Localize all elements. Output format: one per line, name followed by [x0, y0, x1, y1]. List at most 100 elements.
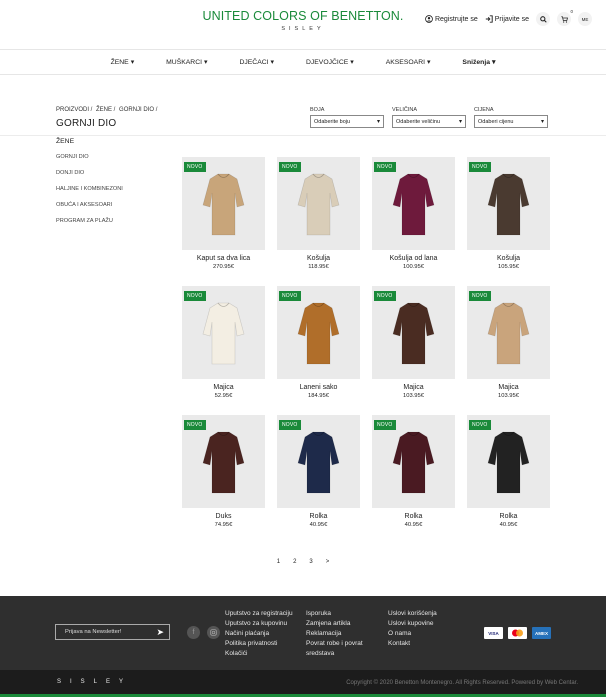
color-filter: BOJA Odaberite boju — [310, 107, 384, 128]
sidebar-item[interactable]: DONJI DIO — [56, 170, 123, 176]
page-link[interactable]: 3 — [309, 559, 312, 565]
sidebar-item[interactable]: PROGRAM ZA PLAŽU — [56, 218, 123, 224]
product-card[interactable]: NOVO Kaput sa dva lica 270.95€ — [182, 157, 265, 270]
product-card[interactable]: NOVO Majica 52.95€ — [182, 286, 265, 399]
cart-button[interactable]: 0 — [557, 9, 573, 26]
product-image[interactable]: NOVO — [372, 415, 455, 508]
sidebar-item[interactable]: OBUĆA I AKSESOARI — [56, 202, 123, 208]
nav-item-muskarci[interactable]: MUŠKARCI ▾ — [150, 58, 223, 67]
footer-link[interactable]: Kolačići — [225, 649, 293, 659]
product-image[interactable]: NOVO — [467, 157, 550, 250]
nav-item-djevojcice[interactable]: DJEVOJČICE ▾ — [290, 58, 370, 67]
send-icon[interactable]: ➤ — [156, 627, 164, 638]
footer-link[interactable]: Reklamacija — [306, 629, 381, 639]
breadcrumb-item[interactable]: PROIZVODI / — [56, 107, 92, 113]
product-card[interactable]: NOVO Rolka 40.95€ — [467, 415, 550, 528]
sidebar-heading[interactable]: ŽENE — [56, 138, 123, 145]
footer-links-col3: Uslovi korišćenja Uslovi kupovine O nama… — [388, 609, 437, 649]
product-card[interactable]: NOVO Duks 74.95€ — [182, 415, 265, 528]
footer-link[interactable]: Uputstvo za kupovinu — [225, 619, 293, 629]
footer-link[interactable]: Isporuka — [306, 609, 381, 619]
search-button[interactable] — [536, 12, 550, 26]
product-price: 40.95€ — [404, 522, 423, 528]
product-image[interactable]: NOVO — [467, 286, 550, 379]
product-card[interactable]: NOVO Rolka 40.95€ — [372, 415, 455, 528]
product-price: 74.95€ — [214, 522, 233, 528]
product-name[interactable]: Košulja — [277, 255, 360, 262]
header-actions: Registrujte se Prijavite se 0 ME — [425, 9, 592, 26]
register-link[interactable]: Registrujte se — [425, 15, 478, 23]
product-price: 118.95€ — [308, 264, 329, 270]
product-name[interactable]: Majica — [182, 384, 265, 391]
next-page-link[interactable]: > — [326, 559, 330, 565]
product-image[interactable]: NOVO — [277, 157, 360, 250]
sidebar-item[interactable]: HALJINE I KOMBINEZONI — [56, 186, 123, 192]
product-name[interactable]: Majica — [372, 384, 455, 391]
color-select[interactable]: Odaberite boju — [310, 115, 384, 128]
product-name[interactable]: Kaput sa dva lica — [182, 255, 265, 262]
product-image[interactable]: NOVO — [372, 157, 455, 250]
footer-link[interactable]: Povrat robe i povrat sredstava — [306, 639, 381, 659]
product-image[interactable]: NOVO — [277, 415, 360, 508]
footer-link[interactable]: Zamjena artikla — [306, 619, 381, 629]
product-name[interactable]: Košulja — [467, 255, 550, 262]
page-title: GORNJI DIO — [56, 118, 117, 129]
page-link[interactable]: 2 — [293, 559, 296, 565]
sidebar-item[interactable]: GORNJI DIO — [56, 154, 123, 160]
facebook-icon[interactable]: f — [187, 626, 200, 639]
product-card[interactable]: NOVO Majica 103.95€ — [372, 286, 455, 399]
breadcrumb-item[interactable]: ŽENE / — [96, 107, 115, 113]
footer-link[interactable]: Uslovi kupovine — [388, 619, 437, 629]
breadcrumb: PROIZVODI / ŽENE / GORNJI DIO / — [56, 107, 159, 113]
footer-link[interactable]: Uslovi korišćenja — [388, 609, 437, 619]
product-name[interactable]: Rolka — [372, 513, 455, 520]
footer-link[interactable]: Kontakt — [388, 639, 437, 649]
product-price: 40.95€ — [309, 522, 328, 528]
product-name[interactable]: Rolka — [467, 513, 550, 520]
product-image[interactable]: NOVO — [182, 415, 265, 508]
nav-label: DJEČACI — [239, 58, 269, 66]
product-card[interactable]: NOVO Košulja 105.95€ — [467, 157, 550, 270]
product-name[interactable]: Majica — [467, 384, 550, 391]
footer-link[interactable]: O nama — [388, 629, 437, 639]
product-image[interactable]: NOVO — [277, 286, 360, 379]
product-card[interactable]: NOVO Košulja od lana 100.95€ — [372, 157, 455, 270]
breadcrumb-item[interactable]: GORNJI DIO / — [119, 107, 157, 113]
product-card[interactable]: NOVO Rolka 40.95€ — [277, 415, 360, 528]
product-image[interactable]: NOVO — [372, 286, 455, 379]
language-button[interactable]: ME — [578, 12, 592, 26]
login-link[interactable]: Prijavite se — [485, 15, 529, 23]
footer-links-col2: Isporuka Zamjena artikla Reklamacija Pov… — [306, 609, 381, 659]
sub-brand: SISLEY — [281, 26, 325, 32]
product-price: 103.95€ — [403, 393, 424, 399]
product-name[interactable]: Duks — [182, 513, 265, 520]
new-badge: NOVO — [469, 162, 491, 172]
new-badge: NOVO — [279, 420, 301, 430]
size-select[interactable]: Odaberite veličinu — [392, 115, 466, 128]
price-select[interactable]: Odaberi cijenu — [474, 115, 548, 128]
nav-item-djecaci[interactable]: DJEČACI ▾ — [223, 58, 290, 67]
site-header: UNITED COLORS OF BENETTON. SISLEY Regist… — [0, 0, 606, 50]
product-card[interactable]: NOVO Majica 103.95€ — [467, 286, 550, 399]
nav-item-aksesoari[interactable]: AKSESOARI ▾ — [370, 58, 447, 67]
product-card[interactable]: NOVO Laneni sako 184.95€ — [277, 286, 360, 399]
product-card[interactable]: NOVO Košulja 118.95€ — [277, 157, 360, 270]
footer-link[interactable]: Uputstvo za registraciju — [225, 609, 293, 619]
chevron-down-icon: ▾ — [350, 59, 354, 66]
product-name[interactable]: Košulja od lana — [372, 255, 455, 262]
login-icon — [485, 15, 493, 23]
product-image[interactable]: NOVO — [467, 415, 550, 508]
newsletter-input[interactable]: Prijava na Newsletter! ➤ — [55, 624, 170, 640]
new-badge: NOVO — [469, 291, 491, 301]
product-image[interactable]: NOVO — [182, 286, 265, 379]
product-name[interactable]: Laneni sako — [277, 384, 360, 391]
footer-link[interactable]: Načini plaćanja — [225, 629, 293, 639]
product-image[interactable]: NOVO — [182, 157, 265, 250]
product-name[interactable]: Rolka — [277, 513, 360, 520]
nav-item-snizenja[interactable]: Sniženja ▾ — [446, 58, 511, 67]
nav-item-zene[interactable]: ŽENE ▾ — [95, 58, 151, 67]
page-link[interactable]: 1 — [277, 559, 280, 565]
pagination: 1 2 3 > — [0, 559, 606, 565]
instagram-icon[interactable] — [207, 626, 220, 639]
footer-link[interactable]: Politika privatnosti — [225, 639, 293, 649]
